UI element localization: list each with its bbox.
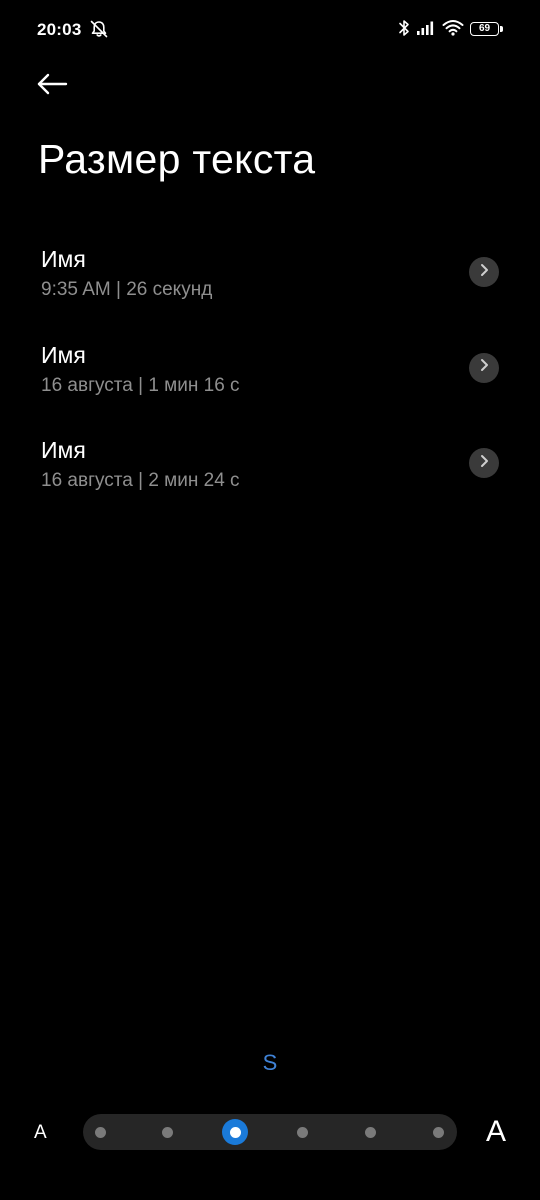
battery-level: 69 xyxy=(470,22,499,36)
call-name: Имя xyxy=(41,341,86,368)
page-title: Размер текста xyxy=(38,136,316,182)
text-size-slider[interactable] xyxy=(83,1114,457,1150)
slider-step-dot[interactable] xyxy=(297,1126,309,1138)
details-button[interactable] xyxy=(469,257,499,287)
call-name: Имя xyxy=(41,437,86,463)
bluetooth-icon xyxy=(398,19,410,42)
call-meta: 9:35 AM | 26 секунд xyxy=(41,279,213,300)
list-item[interactable]: Имя 9:35 AM | 26 секунд xyxy=(0,228,540,324)
cellular-signal-icon xyxy=(416,20,436,41)
slider-thumb[interactable] xyxy=(222,1119,249,1145)
status-icons: 69 xyxy=(398,19,504,41)
text-size-label: S xyxy=(262,1050,278,1075)
large-text-label: A xyxy=(486,1115,507,1148)
wifi-icon xyxy=(442,19,464,41)
status-time: 20:03 xyxy=(37,20,82,39)
battery-icon: 69 xyxy=(470,22,504,38)
call-list: Имя 9:35 AM | 26 секунд Имя 16 августа |… xyxy=(0,228,540,515)
call-meta: 16 августа | 2 мин 24 с xyxy=(41,470,240,491)
bell-off-icon xyxy=(89,19,109,39)
details-button[interactable] xyxy=(469,448,499,478)
details-button[interactable] xyxy=(469,352,499,383)
list-item[interactable]: Имя 16 августа | 1 мин 16 с xyxy=(0,324,540,420)
slider-step-dot[interactable] xyxy=(364,1126,376,1138)
slider-step-dot[interactable] xyxy=(432,1126,444,1138)
chevron-right-icon xyxy=(478,358,490,377)
status-bar: 20:03 69 xyxy=(0,0,540,60)
back-button[interactable] xyxy=(36,68,80,104)
chevron-right-icon xyxy=(478,263,490,282)
list-item[interactable]: Имя 16 августа | 2 мин 24 с xyxy=(0,419,540,515)
small-text-label: A xyxy=(34,1122,47,1143)
arrow-left-icon xyxy=(36,72,68,101)
call-name: Имя xyxy=(41,246,86,272)
text-size-slider-row: A A xyxy=(0,1112,540,1152)
call-meta: 16 августа | 1 мин 16 с xyxy=(41,374,240,396)
slider-step-dot[interactable] xyxy=(162,1126,174,1138)
chevron-right-icon xyxy=(478,454,490,473)
slider-step-dot[interactable] xyxy=(94,1126,106,1138)
